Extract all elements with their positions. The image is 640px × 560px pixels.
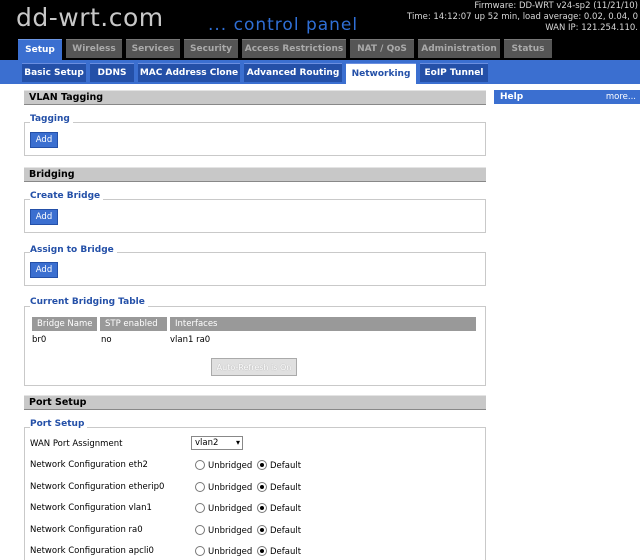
create-bridge-add-button[interactable]: Add: [30, 209, 58, 225]
logo-text: dd-wrt.com: [16, 3, 164, 32]
bridging-title: Bridging: [24, 167, 486, 182]
netconfig-label-vlan1: Network Configuration vlan1: [30, 503, 152, 513]
column-stp-enabled: STP enabled: [100, 317, 168, 331]
unbridged-label: Unbridged: [208, 461, 253, 471]
unbridged-radio-apcli0[interactable]: [195, 546, 205, 556]
unbridged-radio-vlan1[interactable]: [195, 503, 205, 513]
logo: dd-wrt.com: [16, 3, 164, 32]
control-panel-title: ... control panel: [208, 15, 359, 35]
column-interfaces: Interfaces: [170, 317, 477, 331]
port-setup-label: Port Setup: [30, 419, 88, 429]
bridge-name-cell: br0: [32, 335, 47, 345]
tab-status[interactable]: Status: [504, 39, 552, 58]
default-radio-ra0[interactable]: [257, 525, 267, 535]
unbridged-radio-ra0[interactable]: [195, 525, 205, 535]
netconfig-label-ra0: Network Configuration ra0: [30, 525, 143, 535]
unbridged-label: Unbridged: [208, 526, 253, 536]
default-radio-vlan1[interactable]: [257, 503, 267, 513]
subtab-mac-address-clone[interactable]: MAC Address Clone: [138, 63, 240, 82]
column-bridge-name: Bridge Name: [32, 317, 98, 331]
firmware-version: Firmware: DD-WRT v24-sp2 (11/21/10): [474, 1, 638, 11]
tagging-group: [24, 122, 486, 156]
tab-administration[interactable]: Administration: [418, 39, 500, 58]
wan-port-label: WAN Port Assignment: [30, 439, 123, 449]
help-panel-header: Help more...: [494, 90, 640, 104]
netconfig-label-etherip0: Network Configuration etherip0: [30, 482, 165, 492]
wan-port-value: vlan2: [195, 438, 219, 448]
vlan-tagging-title: VLAN Tagging: [24, 90, 486, 105]
default-label: Default: [270, 504, 302, 514]
tab-wireless[interactable]: Wireless: [66, 39, 122, 58]
uptime: Time: 14:12:07 up 52 min, load average: …: [407, 12, 638, 22]
chevron-down-icon: ▾: [235, 438, 240, 447]
assign-bridge-group: [24, 252, 486, 286]
default-label: Default: [270, 547, 302, 557]
create-bridge-label: Create Bridge: [30, 191, 104, 201]
port-setup-title: Port Setup: [24, 395, 486, 410]
assign-bridge-label: Assign to Bridge: [30, 245, 117, 255]
wan-ip: WAN IP: 121.254.110.: [545, 23, 638, 33]
create-bridge-group: [24, 199, 486, 233]
subtab-advanced-routing[interactable]: Advanced Routing: [244, 63, 342, 82]
subtab-eoip-tunnel[interactable]: EoIP Tunnel: [420, 63, 488, 82]
main-tabs: Setup Wireless Services Security Access …: [0, 38, 640, 60]
default-label: Default: [270, 526, 302, 536]
subtab-ddns[interactable]: DDNS: [90, 63, 134, 82]
assign-bridge-add-button[interactable]: Add: [30, 262, 58, 278]
tab-access-restrictions[interactable]: Access Restrictions: [242, 39, 346, 58]
unbridged-label: Unbridged: [208, 504, 253, 514]
tab-security[interactable]: Security: [184, 39, 238, 58]
firmware-info: Firmware: DD-WRT v24-sp2 (11/21/10) Time…: [407, 1, 638, 34]
interfaces-cell: vlan1 ra0: [170, 335, 211, 345]
default-label: Default: [270, 483, 302, 493]
bridging-table-label: Current Bridging Table: [30, 297, 148, 307]
wan-port-select[interactable]: vlan2 ▾: [191, 436, 243, 450]
default-radio-eth2[interactable]: [257, 460, 267, 470]
subtab-basic-setup[interactable]: Basic Setup: [22, 63, 86, 82]
unbridged-label: Unbridged: [208, 547, 253, 557]
help-more-link[interactable]: more...: [606, 90, 636, 104]
sub-tabs: Basic Setup DDNS MAC Address Clone Advan…: [0, 60, 640, 84]
subtab-networking[interactable]: Networking: [346, 63, 416, 84]
default-radio-etherip0[interactable]: [257, 482, 267, 492]
tab-setup[interactable]: Setup: [18, 39, 62, 60]
unbridged-label: Unbridged: [208, 483, 253, 493]
default-label: Default: [270, 461, 302, 471]
header: dd-wrt.com ... control panel Firmware: D…: [0, 0, 640, 38]
stp-cell: no: [101, 335, 112, 345]
netconfig-label-apcli0: Network Configuration apcli0: [30, 546, 154, 556]
auto-refresh-button[interactable]: Auto-Refresh is On: [211, 358, 297, 376]
tab-nat-qos[interactable]: NAT / QoS: [350, 39, 414, 58]
unbridged-radio-etherip0[interactable]: [195, 482, 205, 492]
tagging-label: Tagging: [30, 114, 73, 124]
netconfig-label-eth2: Network Configuration eth2: [30, 460, 148, 470]
tab-services[interactable]: Services: [126, 39, 180, 58]
default-radio-apcli0[interactable]: [257, 546, 267, 556]
tagging-add-button[interactable]: Add: [30, 132, 58, 148]
help-title: Help: [500, 92, 524, 102]
unbridged-radio-eth2[interactable]: [195, 460, 205, 470]
